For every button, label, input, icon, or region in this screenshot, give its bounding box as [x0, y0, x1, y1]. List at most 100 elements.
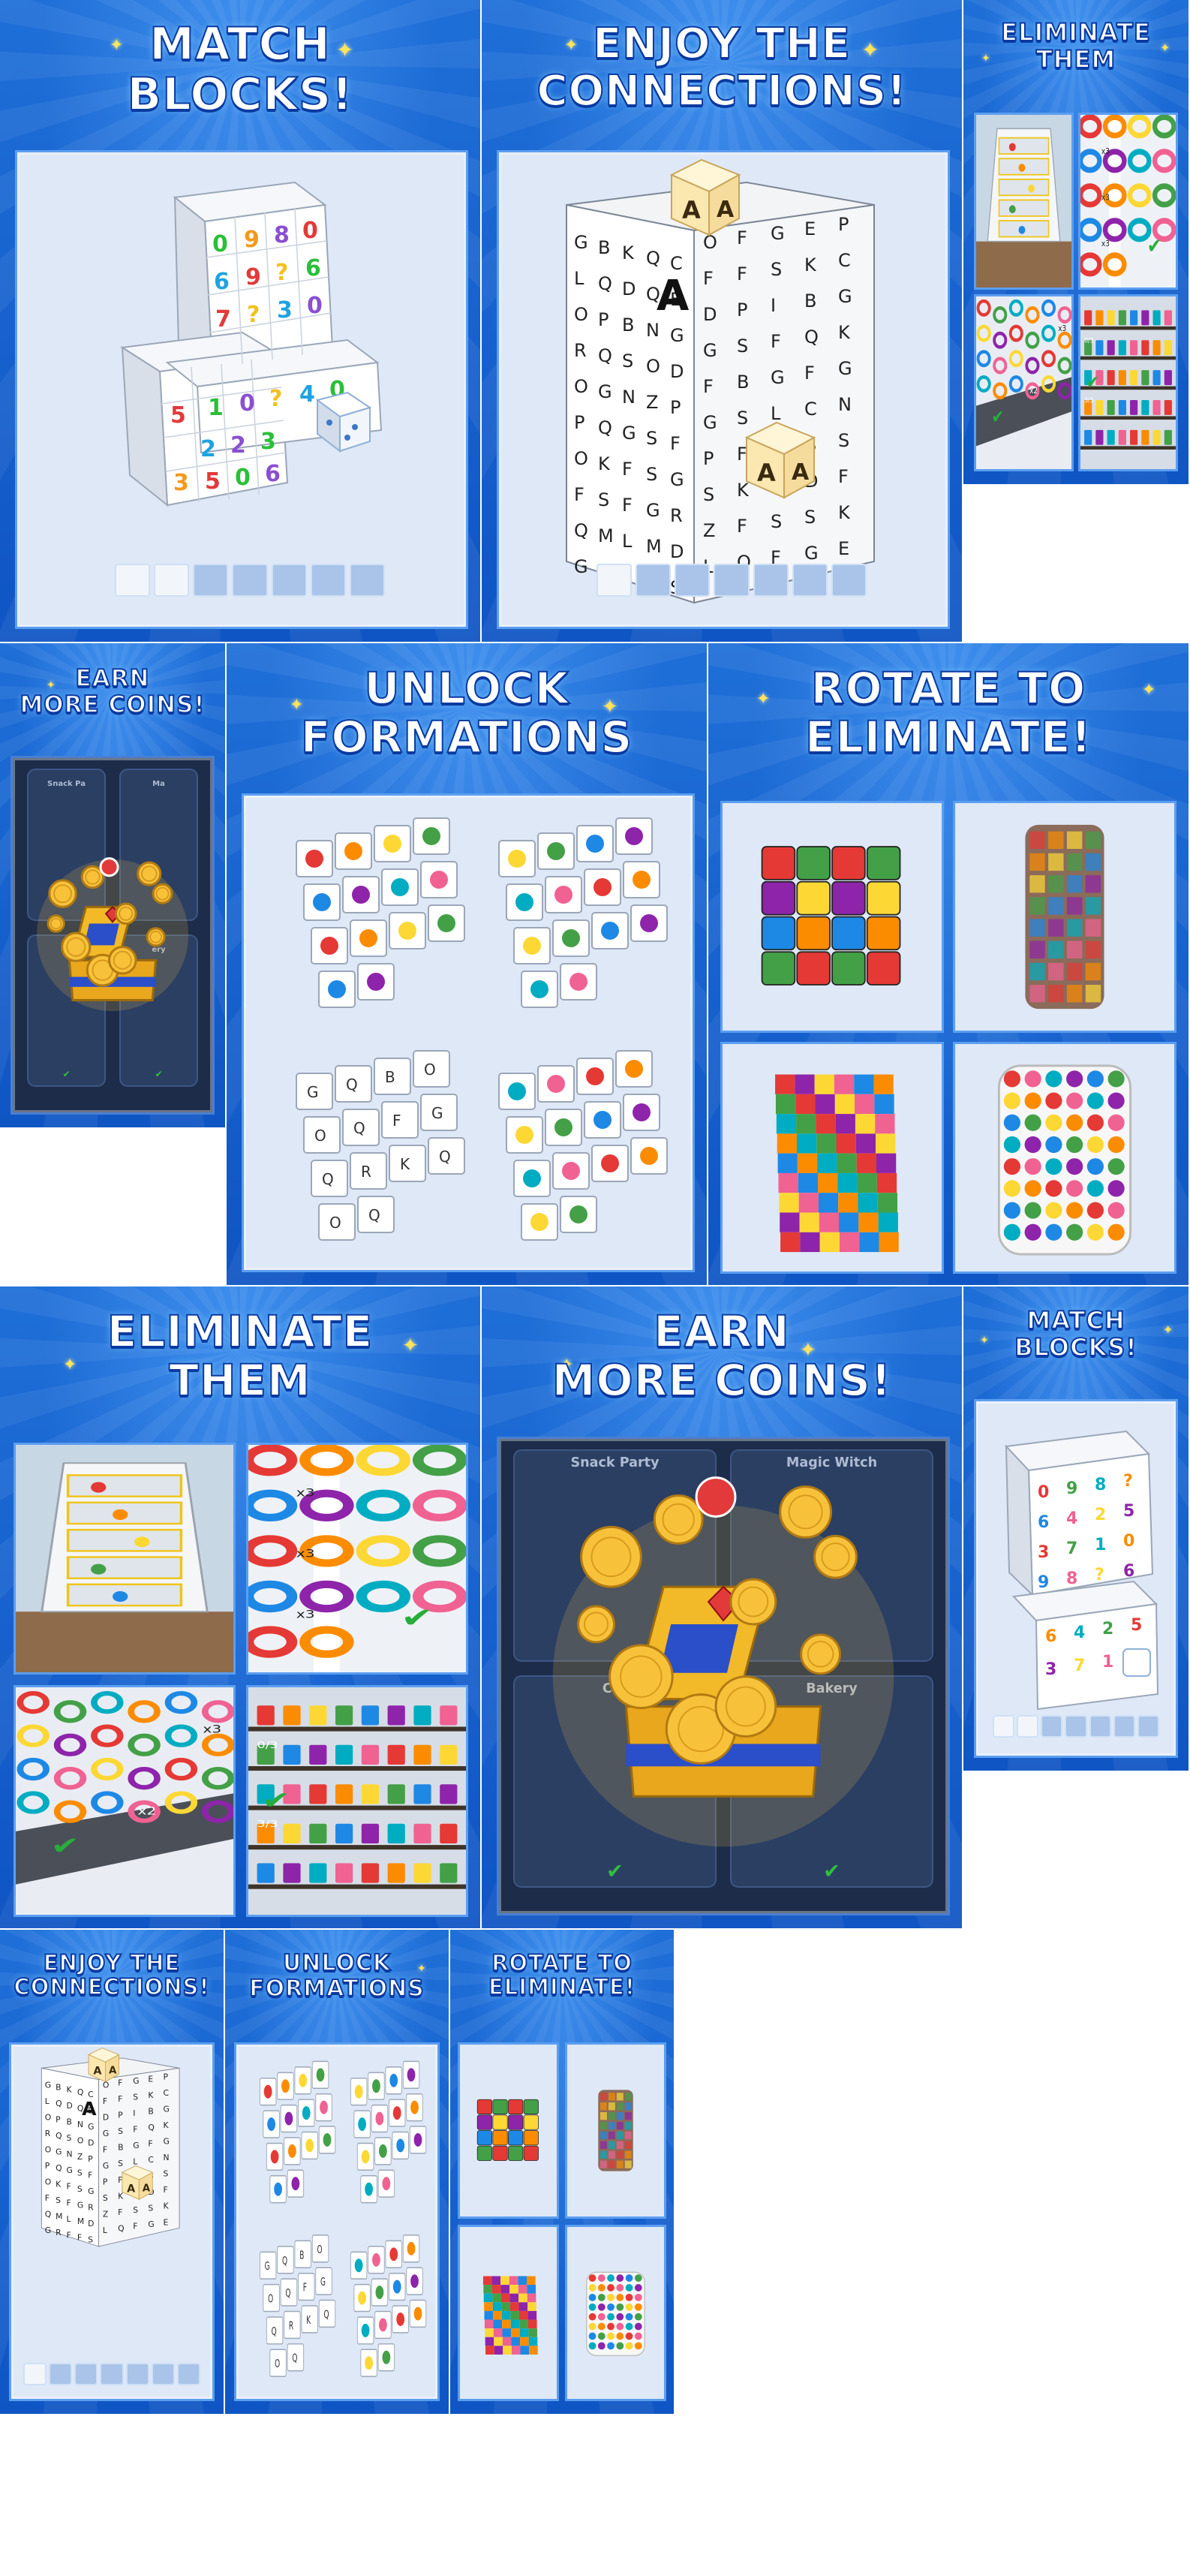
glyph: 3: [173, 470, 189, 496]
hex-nut: [53, 1700, 87, 1723]
tile-icon: [354, 2259, 363, 2273]
glyph: 0: [307, 293, 323, 319]
cylinder-item: [1029, 919, 1045, 937]
grocery-item: [361, 1863, 379, 1883]
cube-letter: O: [574, 304, 588, 325]
grocery-item: [440, 1863, 458, 1883]
cylinder-item: [624, 2160, 632, 2168]
glyph: 0: [239, 390, 255, 417]
cup-cell: [876, 1133, 896, 1154]
cup-cell: [509, 2293, 519, 2303]
emoji-icon: [588, 2332, 597, 2340]
cube-letter: F: [118, 2175, 122, 2185]
cube-letter: F: [737, 516, 747, 537]
cube-letter: N: [77, 2120, 83, 2129]
cylinder-item: [600, 2111, 607, 2120]
cylinder-item: [608, 2150, 615, 2159]
caption-line: EARN: [75, 665, 150, 692]
check-icon: ✔: [991, 407, 1004, 428]
grocery-item: [1164, 400, 1172, 415]
cup-cell: [491, 2285, 501, 2294]
cube-glyph: 2: [1102, 1620, 1113, 1639]
cube-glyph: 4: [1066, 1509, 1077, 1528]
emoji-icon: [1066, 1070, 1083, 1088]
tile-icon: [530, 980, 548, 998]
cup-cell: [503, 2346, 512, 2355]
cube-letter: F: [118, 2094, 122, 2104]
tile-letter: O: [329, 1214, 341, 1232]
grocery-item: [1107, 340, 1115, 356]
tile-icon: [281, 2079, 290, 2093]
rubik-cube-shape: [458, 2042, 559, 2219]
cup-cell: [777, 1153, 798, 1173]
cube-letter: Q: [598, 417, 612, 438]
shape-art: [586, 2271, 645, 2356]
rubik-cell: [796, 916, 831, 951]
empty-slot: [349, 564, 385, 597]
cup-cell: [796, 1133, 817, 1154]
color-cup-shape: [720, 1042, 944, 1274]
emoji-icon: [597, 2313, 606, 2321]
cup-cell: [856, 1153, 876, 1173]
tile-icon: [288, 2144, 296, 2158]
hex-nut: [1041, 350, 1056, 368]
filled-slot: [23, 2363, 47, 2385]
shelf-item: [1018, 164, 1026, 172]
tower-shelf: [66, 1528, 183, 1552]
hex-nut-scene: x2 x3 ✔: [974, 294, 1074, 471]
tile-icon: [274, 2182, 282, 2196]
cup-cell: [511, 2346, 521, 2355]
glyph: 3: [277, 297, 293, 324]
cup-cell: [493, 2319, 503, 2329]
caption: MATCH BLOCKS!: [963, 1306, 1188, 1362]
cube-letter: N: [838, 394, 852, 415]
emoji-icon: [588, 2313, 597, 2321]
cup-cell: [509, 2276, 518, 2286]
hex-nut: [993, 357, 1008, 375]
cube-letter: K: [622, 242, 635, 263]
cube-letter: S: [148, 2203, 153, 2213]
cube-letter: P: [670, 397, 681, 418]
hex-nut: [201, 1733, 233, 1756]
empty-slot: [125, 2363, 149, 2385]
empty-slot: [1113, 1715, 1135, 1738]
cube-letter: F: [164, 2185, 168, 2195]
tile-letter: O: [275, 2358, 280, 2370]
shelf-tower-scene: [974, 113, 1074, 290]
rubik-cell: [866, 951, 901, 986]
tile-letter: O: [424, 1061, 436, 1079]
reward-panel: Snack PartyMagic WitchCat✔Bakery✔: [497, 1437, 950, 1915]
shelf-item: [1008, 143, 1016, 152]
tile-letter: A: [792, 459, 810, 486]
game-board-panel: GBKQCLQDQEOPBNGRQSODOGNZPPQGSFOKFSGFSFGR…: [497, 150, 950, 629]
hex-nut: [993, 382, 1008, 400]
grocery-item: [1107, 370, 1115, 386]
cylinder-item: [1048, 940, 1064, 958]
emoji-icon: [1024, 1202, 1041, 1219]
tile-icon: [601, 922, 619, 940]
cylinder-item: [616, 2150, 624, 2159]
emoji-icon: [634, 2342, 642, 2350]
glyph: ?: [247, 302, 260, 328]
emoji-icon: [616, 2332, 624, 2340]
caption-line: MORE COINS!: [551, 1354, 892, 1406]
caption-line: BLOCKS!: [1014, 1332, 1137, 1362]
shape-art: [761, 846, 901, 986]
emoji-icon: [1003, 1158, 1021, 1175]
tile-letter: R: [361, 1163, 371, 1181]
grocery-item: [413, 1863, 431, 1883]
cube-letter: G: [66, 2165, 72, 2175]
cylinder-item: [608, 2121, 615, 2130]
color-ring: [412, 1535, 466, 1567]
cube-glyph: 5: [1131, 1616, 1142, 1635]
grocery-item: [1107, 310, 1115, 326]
shelf-plank: [248, 1766, 466, 1771]
tile-icon: [633, 871, 651, 889]
cylinder-item: [1029, 940, 1045, 958]
tile-icon: [358, 2291, 366, 2305]
shape-art: [1025, 824, 1104, 1010]
shape-art: [598, 2090, 633, 2171]
rubik-cell: [761, 846, 796, 880]
grocery-item: [335, 1863, 353, 1883]
empty-slot: [176, 2363, 200, 2385]
